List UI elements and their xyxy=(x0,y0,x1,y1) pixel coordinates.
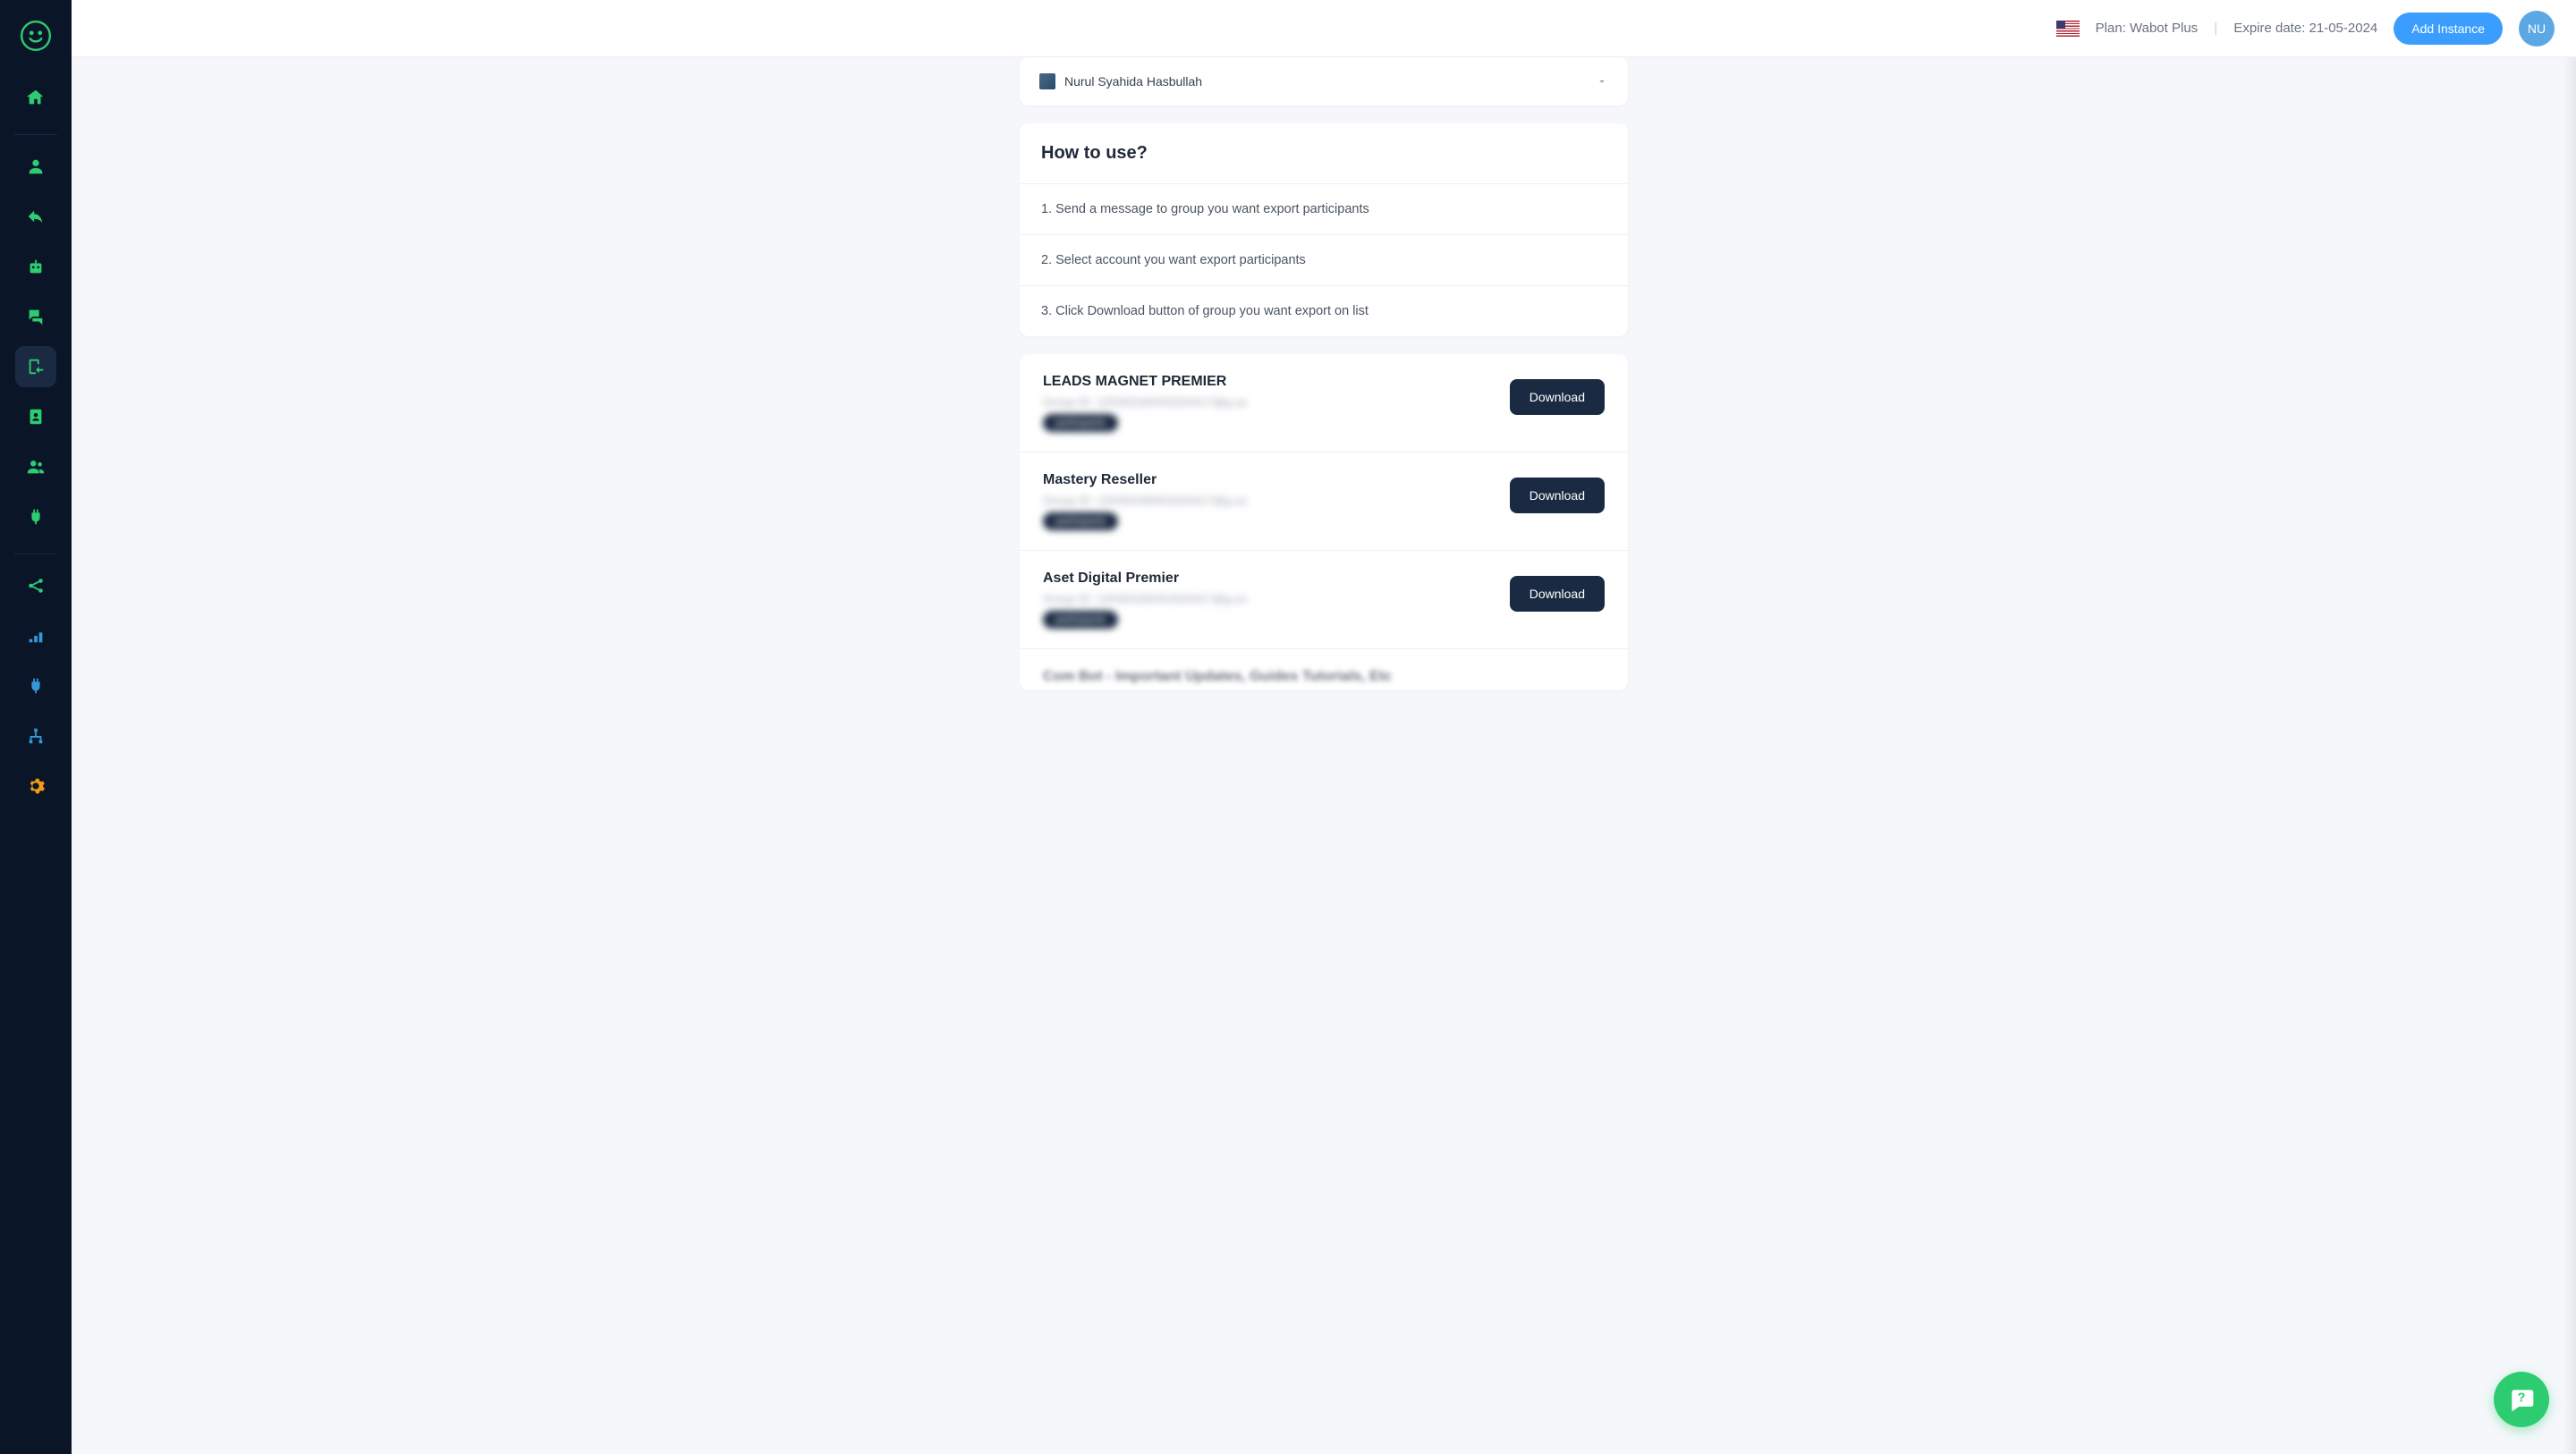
svg-text:?: ? xyxy=(2518,1391,2526,1406)
download-button[interactable]: Download xyxy=(1510,478,1605,513)
nav-chat[interactable] xyxy=(15,296,56,337)
howto-step: 3. Click Download button of group you wa… xyxy=(1020,286,1628,336)
group-row: LEADS MAGNET PREMIER Group ID: 120363180… xyxy=(1020,354,1628,452)
account-selector-card: Nurul Syahida Hasbullah xyxy=(1020,57,1628,106)
expire-label: Expire date: 21-05-2024 xyxy=(2233,21,2377,36)
group-badge: participants xyxy=(1043,611,1118,629)
group-id: Group ID: 120363180453324417@g.us xyxy=(1043,494,1492,507)
nav-dashboard[interactable] xyxy=(15,615,56,656)
flag-icon[interactable] xyxy=(2056,21,2080,37)
howto-title: How to use? xyxy=(1020,123,1628,184)
nav-sitemap[interactable] xyxy=(15,715,56,757)
account-name: Nurul Syahida Hasbullah xyxy=(1064,74,1202,89)
account-thumb xyxy=(1039,73,1055,89)
nav-power[interactable] xyxy=(15,665,56,706)
nav-plug[interactable] xyxy=(15,496,56,537)
help-chat-icon: ? xyxy=(2507,1385,2536,1414)
group-row: Aset Digital Premier Group ID: 120363180… xyxy=(1020,551,1628,649)
nav-share[interactable] xyxy=(15,565,56,606)
nav-divider xyxy=(14,134,57,135)
nav-reply[interactable] xyxy=(15,196,56,237)
group-row-partial: Com Bot - Important Updates, Guides Tuto… xyxy=(1020,649,1628,685)
header-separator: | xyxy=(2214,21,2217,37)
nav-users[interactable] xyxy=(15,446,56,487)
groups-list: LEADS MAGNET PREMIER Group ID: 120363180… xyxy=(1020,354,1628,690)
howto-step: 2. Select account you want export partic… xyxy=(1020,235,1628,286)
nav-home[interactable] xyxy=(15,77,56,118)
avatar[interactable]: NU xyxy=(2519,11,2555,46)
group-name: Com Bot - Important Updates, Guides Tuto… xyxy=(1043,669,1605,685)
group-badge: participants xyxy=(1043,414,1118,432)
group-row: Mastery Reseller Group ID: 1203631804533… xyxy=(1020,452,1628,551)
app-logo xyxy=(16,16,55,55)
nav-contacts[interactable] xyxy=(15,396,56,437)
add-instance-button[interactable]: Add Instance xyxy=(2394,13,2503,45)
group-name: Mastery Reseller xyxy=(1043,472,1492,488)
help-fab[interactable]: ? xyxy=(2494,1372,2549,1427)
group-name: LEADS MAGNET PREMIER xyxy=(1043,374,1492,390)
nav-export[interactable] xyxy=(15,346,56,387)
sidebar xyxy=(0,0,72,1454)
download-button[interactable]: Download xyxy=(1510,576,1605,612)
main-area: Plan: Wabot Plus | Expire date: 21-05-20… xyxy=(72,0,2576,1454)
group-badge: participants xyxy=(1043,512,1118,530)
group-id: Group ID: 120363180453324417@g.us xyxy=(1043,592,1492,605)
chevron-down-icon xyxy=(1596,75,1608,88)
group-id: Group ID: 120363180453324417@g.us xyxy=(1043,395,1492,409)
plan-label: Plan: Wabot Plus xyxy=(2096,21,2199,36)
content: Nurul Syahida Hasbullah How to use? 1. S… xyxy=(72,57,2576,1454)
howto-step: 1. Send a message to group you want expo… xyxy=(1020,184,1628,235)
scrollbar[interactable] xyxy=(2563,57,2576,1454)
download-button[interactable]: Download xyxy=(1510,379,1605,415)
nav-settings[interactable] xyxy=(15,765,56,807)
nav-bot[interactable] xyxy=(15,246,56,287)
account-selector[interactable]: Nurul Syahida Hasbullah xyxy=(1020,57,1628,106)
header: Plan: Wabot Plus | Expire date: 21-05-20… xyxy=(72,0,2576,57)
howto-card: How to use? 1. Send a message to group y… xyxy=(1020,123,1628,336)
nav-user[interactable] xyxy=(15,146,56,187)
group-name: Aset Digital Premier xyxy=(1043,571,1492,587)
